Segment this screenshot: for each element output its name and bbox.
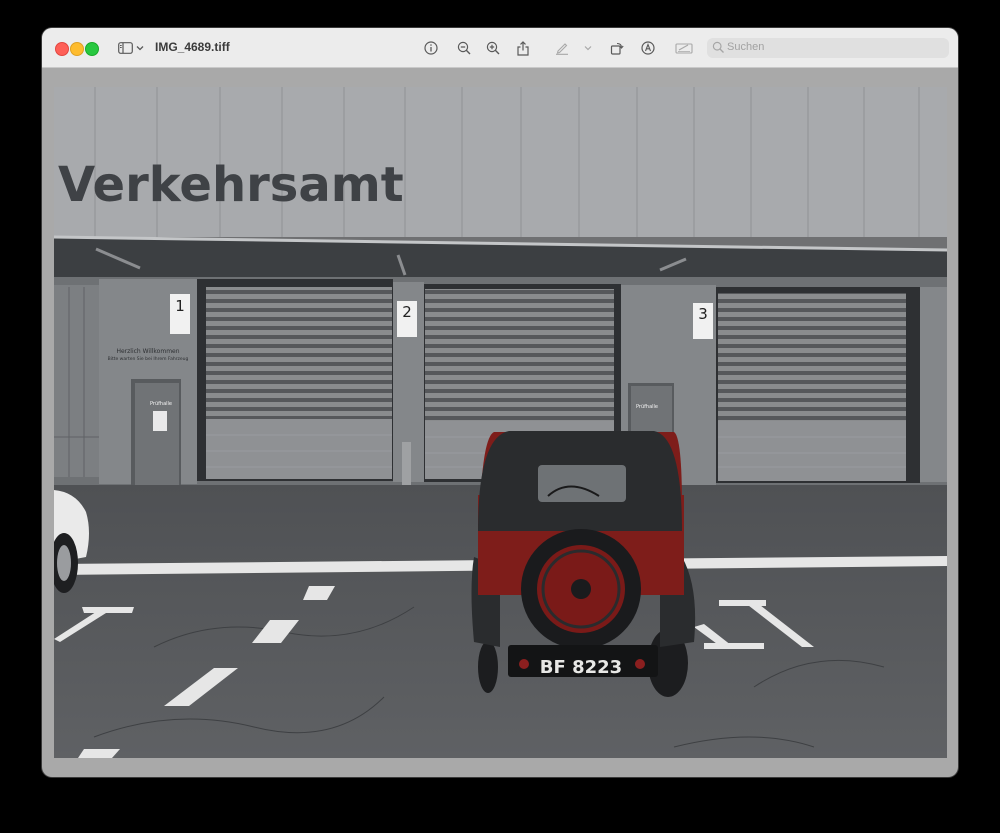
- signature-icon[interactable]: [674, 38, 694, 58]
- welcome-sign: Herzlich Willkommen: [116, 348, 179, 355]
- search-placeholder: Suchen: [727, 41, 765, 53]
- rotate-icon[interactable]: [609, 38, 625, 58]
- fullscreen-button[interactable]: [85, 42, 99, 56]
- minimize-button[interactable]: [70, 42, 84, 56]
- share-icon[interactable]: [515, 38, 531, 58]
- door-sign-2: Prüfhalle: [636, 404, 658, 410]
- door-sign-1: Prüfhalle: [150, 401, 172, 407]
- info-icon[interactable]: [423, 38, 439, 58]
- bay-number-1: 1: [175, 297, 185, 315]
- search-field[interactable]: Suchen: [707, 38, 949, 58]
- bay-number-3: 3: [698, 305, 708, 323]
- close-button[interactable]: [55, 42, 69, 56]
- welcome-subtext: Bitte warten Sie bei Ihrem Fahrzeug: [108, 356, 189, 362]
- chevron-down-icon[interactable]: [583, 38, 593, 58]
- chevron-down-icon[interactable]: [135, 38, 145, 58]
- photo-canvas[interactable]: Verkehrsamt 1 2 3 Herzlich Willkommen Bi…: [54, 87, 947, 758]
- highlight-pen-icon[interactable]: [554, 38, 570, 58]
- title-bar: IMG_4689.tiff Suchen: [42, 28, 958, 68]
- window-title: IMG_4689.tiff: [155, 40, 230, 54]
- preview-window: IMG_4689.tiff Suchen Verkehrsamt 1 2 3 H…: [42, 28, 958, 777]
- search-icon: [712, 41, 725, 59]
- zoom-in-icon[interactable]: [485, 38, 501, 58]
- bay-number-2: 2: [402, 303, 412, 321]
- license-plate: BF 8223: [540, 657, 622, 678]
- sidebar-icon[interactable]: [117, 38, 133, 58]
- markup-icon[interactable]: [640, 38, 656, 58]
- photo-image: Verkehrsamt 1 2 3 Herzlich Willkommen Bi…: [54, 87, 947, 758]
- zoom-out-icon[interactable]: [456, 38, 472, 58]
- building-sign: Verkehrsamt: [58, 157, 404, 213]
